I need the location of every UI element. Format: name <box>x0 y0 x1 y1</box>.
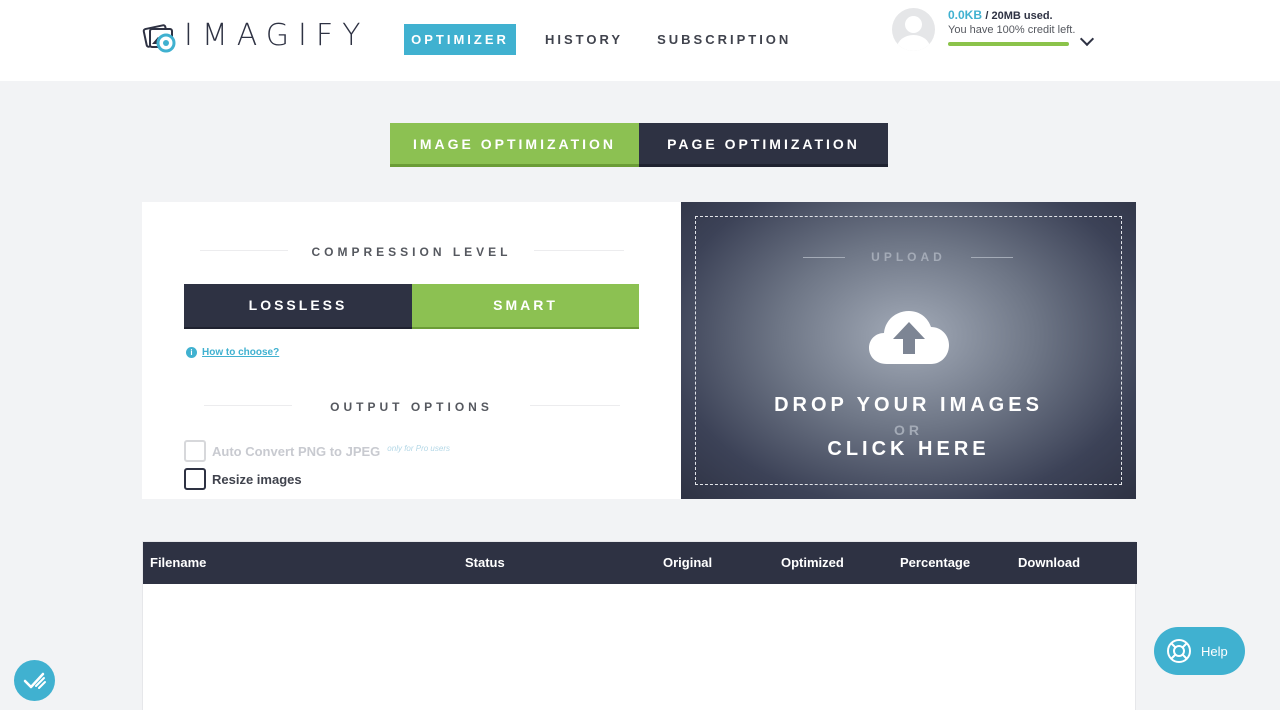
auto-convert-row: Auto Convert PNG to JPEG only for Pro us… <box>184 440 450 462</box>
column-original: Original <box>663 555 713 570</box>
how-to-choose[interactable]: i How to choose? <box>186 347 279 358</box>
nav-subscription[interactable]: SUBSCRIPTION <box>645 24 803 55</box>
output-options-title: OUTPUT OPTIONS <box>330 400 493 414</box>
smart-option[interactable]: SMART <box>412 284 639 329</box>
info-icon: i <box>186 347 197 358</box>
usage-summary: 0.0KB / 20MB used. <box>948 8 1053 22</box>
usage-used: 0.0KB <box>948 8 983 22</box>
top-header: IMAGIFY OPTIMIZER HISTORY SUBSCRIPTION 0… <box>0 0 1280 81</box>
results-table: Filename Status Original Optimized Perce… <box>142 541 1137 710</box>
avatar[interactable] <box>892 8 935 51</box>
auto-convert-label: Auto Convert PNG to JPEG <box>212 443 381 459</box>
nav-optimizer[interactable]: OPTIMIZER <box>404 24 516 55</box>
how-to-choose-link[interactable]: How to choose? <box>202 347 279 358</box>
avatar-head-shape <box>905 16 922 33</box>
credit-text: You have 100% credit left. <box>948 24 1076 36</box>
column-percentage: Percentage <box>900 555 971 570</box>
column-download: Download <box>1018 555 1081 570</box>
imagify-logo[interactable]: IMAGIFY <box>142 18 369 53</box>
main-nav: OPTIMIZER HISTORY SUBSCRIPTION <box>404 24 813 55</box>
imagify-logo-icon <box>142 23 176 52</box>
pro-only-note: only for Pro users <box>387 443 450 453</box>
options-panel: COMPRESSION LEVEL LOSSLESS SMART i How t… <box>142 202 681 499</box>
or-text: OR <box>894 422 923 438</box>
column-filename: Filename <box>150 555 207 570</box>
checkmark-icon <box>23 672 46 689</box>
help-button[interactable]: Help <box>1154 627 1245 675</box>
click-here-text: CLICK HERE <box>827 438 990 460</box>
drop-your-images-text: DROP YOUR IMAGES <box>774 394 1043 416</box>
column-status: Status <box>465 555 505 570</box>
nav-history[interactable]: HISTORY <box>533 24 635 55</box>
account-menu[interactable]: 0.0KB / 20MB used. You have 100% credit … <box>892 6 1095 66</box>
compression-level-switch: LOSSLESS SMART <box>184 284 639 329</box>
credit-progress-bar <box>948 42 1069 46</box>
compression-level-title: COMPRESSION LEVEL <box>311 245 512 259</box>
cloud-upload-icon <box>869 311 949 364</box>
upload-title: UPLOAD <box>871 250 946 264</box>
avatar-body-shape <box>897 35 930 51</box>
lifebuoy-icon <box>1167 639 1191 663</box>
feedback-widget-button[interactable] <box>14 660 55 701</box>
usage-quota: / 20MB used. <box>985 10 1053 22</box>
column-optimized: Optimized <box>781 555 844 570</box>
help-label: Help <box>1201 643 1228 659</box>
tab-page-optimization[interactable]: PAGE OPTIMIZATION <box>639 123 888 167</box>
optimization-tabs: IMAGE OPTIMIZATION PAGE OPTIMIZATION <box>390 123 888 167</box>
resize-row: Resize images <box>184 468 302 490</box>
logo-text: IMAGIFY <box>184 18 370 53</box>
auto-convert-checkbox[interactable] <box>184 440 206 462</box>
table-header: Filename Status Original Optimized Perce… <box>143 542 1137 584</box>
resize-checkbox[interactable] <box>184 468 206 490</box>
upload-dropzone[interactable]: UPLOAD DROP YOUR IMAGES OR CLICK HERE <box>681 202 1136 499</box>
resize-label[interactable]: Resize images <box>212 472 302 487</box>
tab-image-optimization[interactable]: IMAGE OPTIMIZATION <box>390 123 639 167</box>
lossless-option[interactable]: LOSSLESS <box>184 284 412 329</box>
chevron-down-icon[interactable] <box>1079 31 1095 47</box>
